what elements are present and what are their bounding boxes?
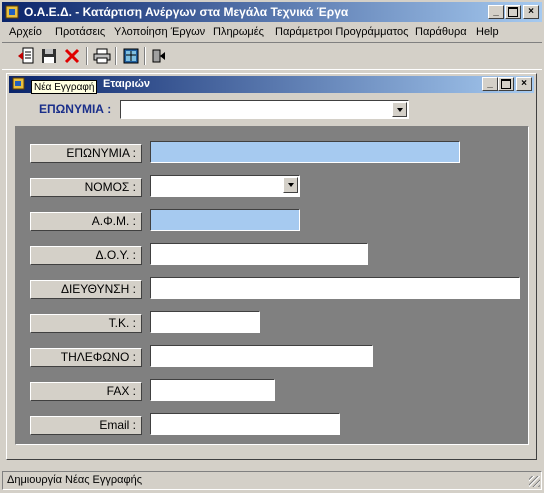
close-icon: × [521,78,527,89]
company-name-input[interactable] [150,141,460,163]
menu-help[interactable]: Help [476,23,499,41]
new-record-button[interactable] [15,45,37,67]
table-view-button[interactable] [120,45,142,67]
maximize-icon [501,79,511,89]
phone-input[interactable] [150,345,373,367]
toolbar-separator [115,47,117,65]
menu-proposals[interactable]: Προτάσεις [55,23,105,41]
phone-label: ΤΗΛΕΦΩΝΟ : [30,348,142,367]
search-label: ΕΠΩΝΥΜΙΑ : [39,102,112,116]
minimize-icon: _ [493,6,499,17]
app-icon [5,4,21,20]
prefecture-label: ΝΟΜΟΣ : [30,178,142,197]
menu-file[interactable]: Αρχείο [9,23,42,41]
doy-label: Δ.Ο.Υ. : [30,246,142,265]
status-text: Δημιουργία Νέας Εγγραφής [7,474,143,486]
exit-icon [152,49,165,63]
chevron-down-icon [396,107,403,112]
close-icon: × [528,6,534,17]
child-minimize-button[interactable]: _ [482,77,498,91]
close-button[interactable]: × [523,5,539,19]
resize-grip[interactable] [529,476,540,487]
menu-windows[interactable]: Παράθυρα [415,23,467,41]
postal-code-label: Τ.Κ. : [30,314,142,333]
doy-input[interactable] [150,243,368,265]
save-button[interactable] [38,45,60,67]
new-record-icon [18,47,34,64]
form-panel: ΕΠΩΝΥΜΙΑ : ΝΟΜΟΣ : Α.Φ.Μ. : Δ.Ο.Υ. : ΔΙΕ… [15,126,529,445]
search-dropdown-button[interactable] [392,102,407,117]
window-icon [12,77,26,91]
child-maximize-button[interactable] [498,77,514,91]
app-titlebar: Ο.Α.Ε.Δ. - Κατάρτιση Ανέργων στα Μεγάλα … [2,2,542,22]
companies-window: Εταιριών _ × Νέα Εγγραφή ΕΠΩΝΥΜΙΑ : ΕΠΩΝ… [6,73,537,460]
print-button[interactable] [91,45,113,67]
delete-button[interactable] [61,45,83,67]
table-icon [123,48,139,64]
minimize-icon: _ [487,78,493,89]
prefecture-dropdown[interactable] [150,175,300,197]
afm-input[interactable] [150,209,300,231]
status-bar: Δημιουργία Νέας Εγγραφής [2,471,542,490]
print-icon [93,48,111,64]
email-label: Email : [30,416,142,435]
fax-label: FAX : [30,382,142,401]
toolbar-separator [86,47,88,65]
fax-input[interactable] [150,379,275,401]
child-close-button[interactable]: × [516,77,532,91]
address-label: ΔΙΕΥΘΥΝΣΗ : [30,280,142,299]
menu-projects[interactable]: Υλοποίηση Έργων [114,23,205,41]
menu-bar: Αρχείο Προτάσεις Υλοποίηση Έργων Πληρωμέ… [2,23,542,41]
postal-code-input[interactable] [150,311,260,333]
minimize-button[interactable]: _ [488,5,504,19]
companies-title: Εταιριών [103,78,151,90]
chevron-down-icon [287,183,294,187]
afm-label: Α.Φ.Μ. : [30,212,142,231]
maximize-button[interactable] [505,5,521,19]
address-input[interactable] [150,277,520,299]
company-name-label: ΕΠΩΝΥΜΙΑ : [30,144,142,163]
prefecture-dropdown-button[interactable] [283,177,298,193]
search-company-value [121,101,124,115]
toolbar [2,42,542,70]
exit-button[interactable] [148,45,170,67]
email-input[interactable] [150,413,340,435]
maximize-icon [508,7,518,17]
tooltip: Νέα Εγγραφή [31,80,98,94]
search-company-dropdown[interactable] [120,100,409,119]
app-title: Ο.Α.Ε.Δ. - Κατάρτιση Ανέργων στα Μεγάλα … [24,5,349,19]
save-icon [42,49,56,63]
delete-icon [64,48,80,64]
toolbar-separator [144,47,146,65]
menu-payments[interactable]: Πληρωμές [213,23,264,41]
menu-program-params[interactable]: Παράμετροι Προγράμματος [275,23,408,41]
